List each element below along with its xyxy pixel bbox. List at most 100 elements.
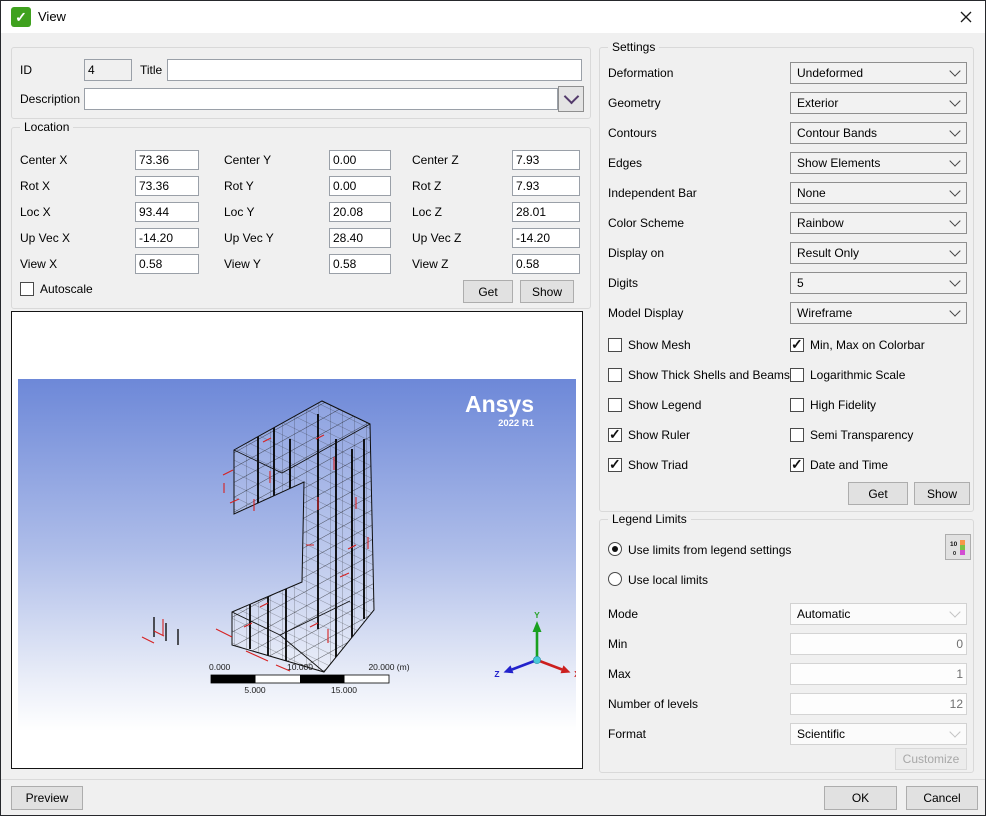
rot-z-input[interactable] xyxy=(512,176,580,196)
center-x-input[interactable] xyxy=(135,150,199,170)
ok-button[interactable]: OK xyxy=(824,786,897,810)
view-y-label: View Y xyxy=(224,257,261,271)
contours-value: Contour Bands xyxy=(797,126,877,140)
loc-z-input[interactable] xyxy=(512,202,580,222)
cancel-button[interactable]: Cancel xyxy=(906,786,978,810)
logarithmic-scale-checkbox[interactable] xyxy=(790,368,804,382)
description-input[interactable] xyxy=(84,88,558,110)
view-y-input[interactable] xyxy=(329,254,391,274)
center-z-label: Center Z xyxy=(412,153,459,167)
triad-x-label: X xyxy=(574,669,576,679)
location-show-button[interactable]: Show xyxy=(520,280,574,303)
use-local-limits-radio[interactable] xyxy=(608,572,622,586)
settings-show-button[interactable]: Show xyxy=(914,482,970,505)
model-display-select[interactable]: Wireframe xyxy=(790,302,967,324)
view-x-label: View X xyxy=(20,257,57,271)
max-input xyxy=(790,663,967,685)
format-label: Format xyxy=(608,727,646,741)
geometry-select[interactable]: Exterior xyxy=(790,92,967,114)
autoscale-checkbox[interactable] xyxy=(20,282,34,296)
legend-limits-group: Legend Limits Use limits from legend set… xyxy=(599,519,974,773)
deformation-select[interactable]: Undeformed xyxy=(790,62,967,84)
rot-y-input[interactable] xyxy=(329,176,391,196)
date-and-time-label: Date and Time xyxy=(810,458,888,472)
view-z-input[interactable] xyxy=(512,254,580,274)
center-z-input[interactable] xyxy=(512,150,580,170)
footer-bar: Preview OK Cancel xyxy=(1,779,985,816)
legend-limits-group-title: Legend Limits xyxy=(608,512,691,526)
location-get-button[interactable]: Get xyxy=(463,280,513,303)
ansys-version-text: 2022 R1 xyxy=(498,418,535,429)
digits-select[interactable]: 5 xyxy=(790,272,967,294)
independent-bar-select[interactable]: None xyxy=(790,182,967,204)
show-thick-shells-checkbox[interactable] xyxy=(608,368,622,382)
use-legend-limits-label: Use limits from legend settings xyxy=(628,543,791,557)
date-and-time-checkbox[interactable] xyxy=(790,458,804,472)
settings-group: Settings Deformation Undeformed Geometry… xyxy=(599,47,974,512)
display-on-select[interactable]: Result Only xyxy=(790,242,967,264)
mode-label: Mode xyxy=(608,607,638,621)
title-input[interactable] xyxy=(167,59,582,81)
settings-get-button[interactable]: Get xyxy=(848,482,908,505)
svg-text:10: 10 xyxy=(950,541,958,548)
semi-transparency-checkbox[interactable] xyxy=(790,428,804,442)
chevron-down-icon xyxy=(949,606,960,617)
view-x-input[interactable] xyxy=(135,254,199,274)
id-input[interactable] xyxy=(84,59,132,81)
chevron-down-icon xyxy=(949,125,960,136)
preview-button[interactable]: Preview xyxy=(11,786,83,810)
viewport-scene: Ansys 2022 R1 0.000 10.000 20.000 (m) 5.… xyxy=(18,379,576,762)
show-mesh-checkbox[interactable] xyxy=(608,338,622,352)
close-button[interactable] xyxy=(958,9,974,25)
upvec-x-label: Up Vec X xyxy=(20,231,70,245)
use-legend-limits-radio[interactable] xyxy=(608,542,622,556)
loc-x-input[interactable] xyxy=(135,202,199,222)
show-legend-checkbox[interactable] xyxy=(608,398,622,412)
independent-bar-value: None xyxy=(797,186,826,200)
display-on-label: Display on xyxy=(608,246,664,260)
color-scheme-value: Rainbow xyxy=(797,216,844,230)
minmax-colorbar-checkbox[interactable] xyxy=(790,338,804,352)
upvec-z-label: Up Vec Z xyxy=(412,231,461,245)
upvec-y-input[interactable] xyxy=(329,228,391,248)
chevron-down-icon xyxy=(949,65,960,76)
triad-z-label: Z xyxy=(494,669,499,679)
min-label: Min xyxy=(608,637,627,651)
center-x-label: Center X xyxy=(20,153,67,167)
close-icon xyxy=(960,11,972,23)
show-ruler-checkbox[interactable] xyxy=(608,428,622,442)
format-select: Scientific xyxy=(790,723,967,745)
legend-settings-icon-button[interactable]: 10 0 xyxy=(945,534,971,560)
geometry-value: Exterior xyxy=(797,96,838,110)
center-y-input[interactable] xyxy=(329,150,391,170)
contours-select[interactable]: Contour Bands xyxy=(790,122,967,144)
logarithmic-scale-label: Logarithmic Scale xyxy=(810,368,905,382)
upvec-x-input[interactable] xyxy=(135,228,199,248)
display-on-value: Result Only xyxy=(797,246,859,260)
autoscale-label: Autoscale xyxy=(40,282,93,296)
min-input xyxy=(790,633,967,655)
rot-y-label: Rot Y xyxy=(224,179,254,193)
ruler-label: 15.000 xyxy=(331,685,357,695)
show-triad-label: Show Triad xyxy=(628,458,688,472)
high-fidelity-checkbox[interactable] xyxy=(790,398,804,412)
color-scheme-select[interactable]: Rainbow xyxy=(790,212,967,234)
minmax-colorbar-label: Min, Max on Colorbar xyxy=(810,338,925,352)
show-thick-shells-label: Show Thick Shells and Beams xyxy=(628,368,790,382)
max-label: Max xyxy=(608,667,631,681)
loc-y-input[interactable] xyxy=(329,202,391,222)
show-mesh-label: Show Mesh xyxy=(628,338,691,352)
use-local-limits-label: Use local limits xyxy=(628,573,708,587)
preview-viewport: Ansys 2022 R1 0.000 10.000 20.000 (m) 5.… xyxy=(11,311,583,769)
title-bar: ✓ View xyxy=(1,1,985,33)
show-triad-checkbox[interactable] xyxy=(608,458,622,472)
chevron-down-icon xyxy=(949,95,960,106)
description-dropdown-button[interactable] xyxy=(558,86,584,112)
rot-x-input[interactable] xyxy=(135,176,199,196)
digits-value: 5 xyxy=(797,276,804,290)
ruler-label: 0.000 xyxy=(209,662,231,672)
edges-select[interactable]: Show Elements xyxy=(790,152,967,174)
ansys-logo-text: Ansys xyxy=(465,391,534,417)
chevron-down-icon xyxy=(563,89,579,105)
upvec-z-input[interactable] xyxy=(512,228,580,248)
